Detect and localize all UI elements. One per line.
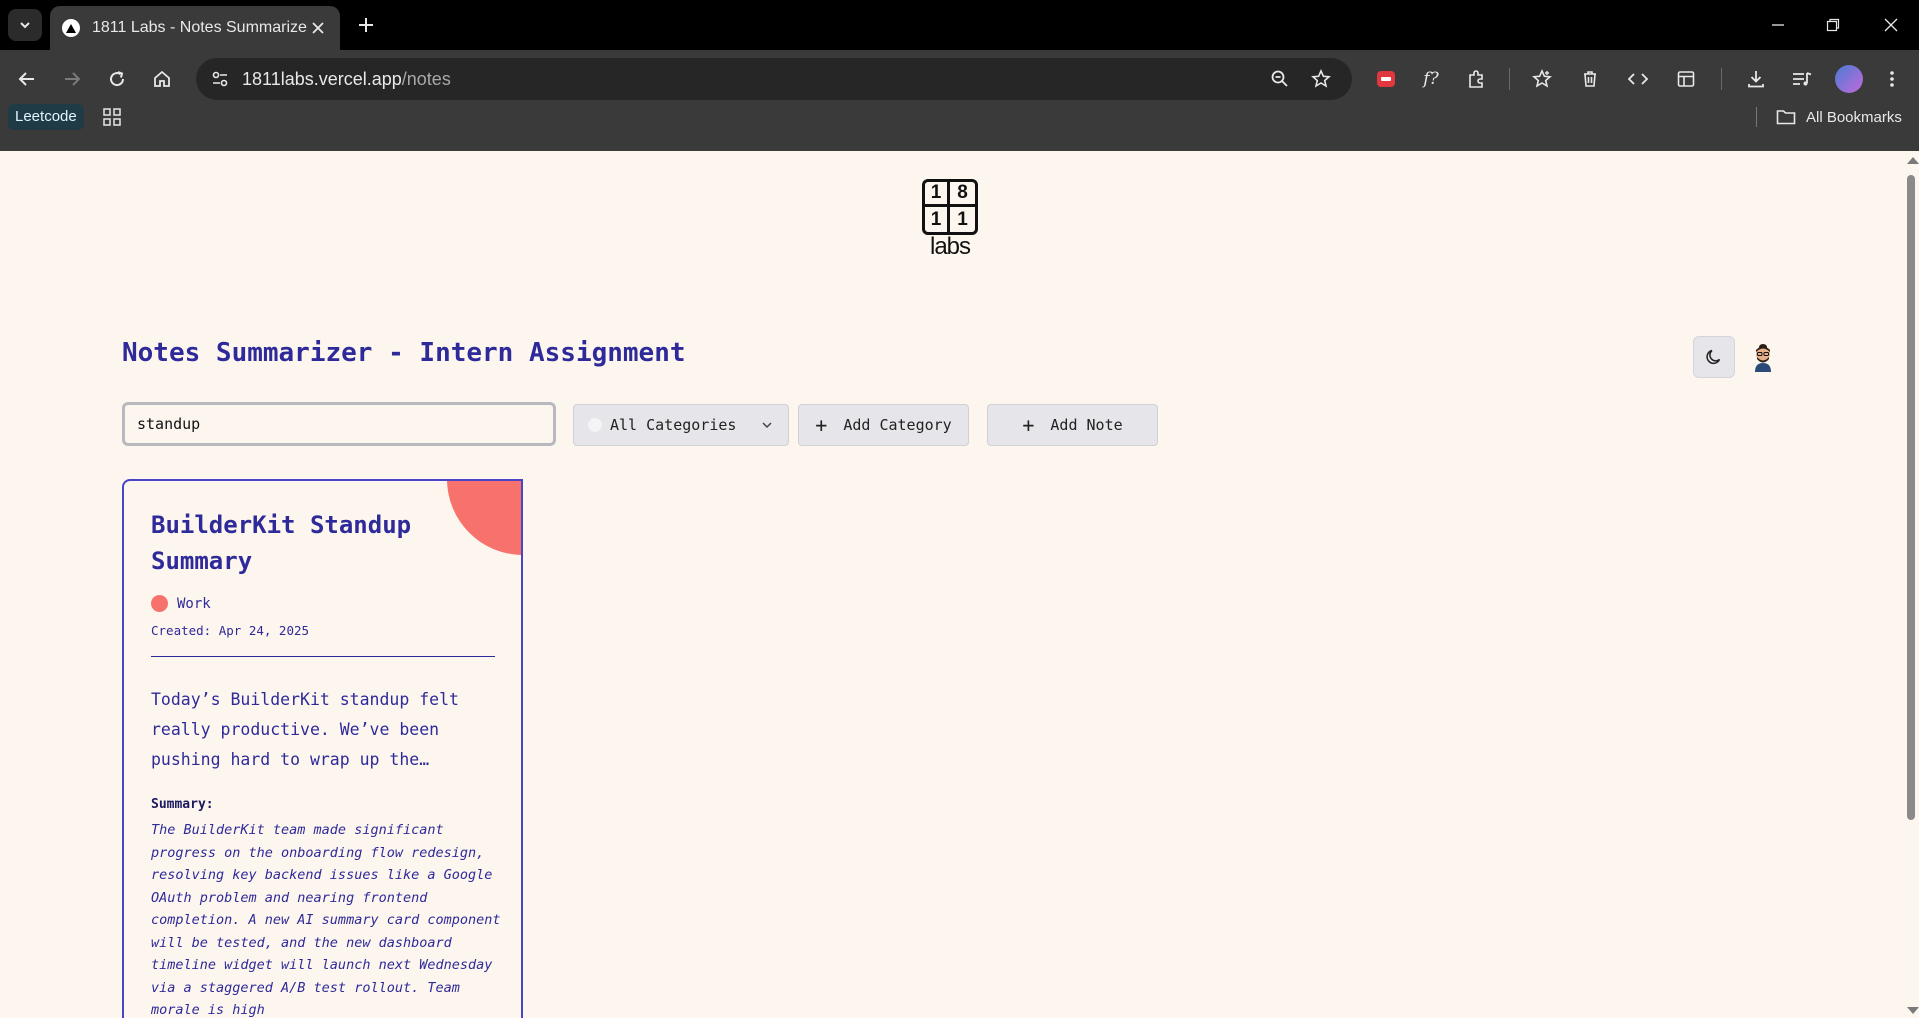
note-body: Today’s BuilderKit standup felt really p…	[151, 690, 459, 769]
tab-list-button[interactable]	[8, 9, 42, 41]
plus-icon: +	[815, 413, 828, 437]
close-icon	[1884, 18, 1898, 32]
logo-digit: 8	[950, 182, 975, 207]
category-color-dot	[151, 595, 168, 612]
reload-button[interactable]	[99, 61, 135, 97]
category-corner-accent	[447, 481, 521, 555]
divider	[151, 656, 495, 657]
back-button[interactable]	[9, 61, 45, 97]
forward-icon	[65, 72, 81, 86]
new-tab-button[interactable]	[353, 12, 379, 38]
page-content: 1 8 1 1 labs Notes Summarizer - Intern A…	[0, 151, 1903, 1018]
search-input[interactable]	[122, 402, 556, 446]
category-color-dot	[588, 418, 602, 432]
add-note-button[interactable]: + Add Note	[987, 404, 1158, 446]
back-icon	[18, 72, 34, 86]
plus-icon	[359, 18, 373, 32]
logo-digit: 1	[925, 182, 950, 207]
home-icon	[154, 70, 170, 87]
active-tab[interactable]: 1811 Labs - Notes Summarizer	[50, 6, 340, 50]
zoom-icon[interactable]	[1266, 65, 1294, 93]
theme-toggle-button[interactable]	[1693, 336, 1735, 378]
profile-avatar[interactable]	[1835, 65, 1863, 93]
vercel-favicon-icon	[62, 19, 80, 37]
moon-icon	[1706, 349, 1721, 365]
close-icon[interactable]	[308, 18, 328, 38]
code-icon[interactable]	[1620, 61, 1656, 97]
minimize-icon	[1772, 24, 1784, 26]
page-scrollbar[interactable]	[1903, 151, 1919, 1018]
logo-text: labs	[929, 233, 971, 260]
all-bookmarks-label: All Bookmarks	[1806, 108, 1902, 126]
note-summary-label: Summary:	[151, 797, 214, 812]
trash-icon[interactable]	[1572, 61, 1608, 97]
menu-icon[interactable]	[1874, 61, 1910, 97]
note-card[interactable]: BuilderKit Standup Summary Work Created:…	[122, 479, 523, 1018]
download-icon[interactable]	[1738, 61, 1774, 97]
note-category: Work	[151, 595, 211, 612]
chevron-down-icon	[20, 22, 30, 29]
browser-tab-strip: 1811 Labs - Notes Summarizer	[0, 0, 1919, 50]
reload-icon	[110, 71, 125, 87]
url-text[interactable]: 1811labs.vercel.app/notes	[242, 69, 451, 90]
note-summary: The BuilderKit team made significant pro…	[151, 822, 501, 1018]
scroll-down-arrow-icon[interactable]	[1907, 1007, 1919, 1014]
forward-button[interactable]	[54, 61, 90, 97]
restore-icon	[1826, 18, 1840, 32]
category-select[interactable]: All Categories	[573, 404, 789, 446]
url-host: 1811labs.vercel.app	[242, 69, 402, 89]
toolbar-separator	[1721, 68, 1722, 90]
add-note-label: Add Note	[1050, 416, 1123, 434]
scroll-up-arrow-icon[interactable]	[1907, 157, 1919, 164]
logo-digit: 1	[957, 208, 968, 230]
add-category-button[interactable]: + Add Category	[798, 404, 969, 446]
scroll-thumb[interactable]	[1907, 175, 1915, 820]
minimize-button[interactable]	[1763, 10, 1793, 40]
add-category-label: Add Category	[843, 416, 952, 434]
user-avatar[interactable]	[1748, 342, 1778, 372]
favorites-icon[interactable]	[1524, 61, 1560, 97]
chevron-down-icon	[762, 422, 772, 429]
url-path: /notes	[401, 69, 451, 89]
page-title: Notes Summarizer - Intern Assignment	[122, 338, 686, 368]
note-category-label: Work	[177, 595, 211, 612]
bookmark-leetcode[interactable]: Leetcode	[8, 104, 84, 130]
note-title: BuilderKit Standup Summary	[151, 511, 412, 575]
layout-icon[interactable]	[1668, 61, 1704, 97]
all-bookmarks-button[interactable]: All Bookmarks	[1776, 104, 1902, 130]
apps-grid-icon[interactable]	[100, 105, 124, 129]
folder-icon	[1776, 110, 1796, 125]
category-select-label: All Categories	[610, 416, 737, 434]
logo-digit: 1	[925, 207, 950, 232]
home-button[interactable]	[144, 61, 180, 97]
extension-red-icon[interactable]	[1368, 61, 1404, 97]
note-created-date: Created: Apr 24, 2025	[151, 623, 310, 638]
restore-button[interactable]	[1818, 10, 1848, 40]
media-control-icon[interactable]	[1784, 61, 1820, 97]
plus-icon: +	[1022, 413, 1035, 437]
star-icon[interactable]	[1307, 65, 1335, 93]
tab-title: 1811 Labs - Notes Summarizer	[92, 19, 308, 36]
site-info-icon[interactable]	[206, 65, 234, 93]
bookmark-separator	[1756, 107, 1757, 127]
close-window-button[interactable]	[1876, 10, 1906, 40]
toolbar-separator	[1509, 68, 1510, 90]
brand-logo: 1 8 1 1 labs	[922, 179, 978, 261]
function-extension-icon[interactable]: f?	[1413, 61, 1449, 97]
logo-grid: 1 8 1 1	[922, 179, 978, 235]
browser-toolbar: 1811labs.vercel.app/notes f? Leetcode Al…	[0, 50, 1919, 158]
address-bar[interactable]: 1811labs.vercel.app/notes	[196, 58, 1352, 100]
extension-icon[interactable]	[1458, 61, 1494, 97]
